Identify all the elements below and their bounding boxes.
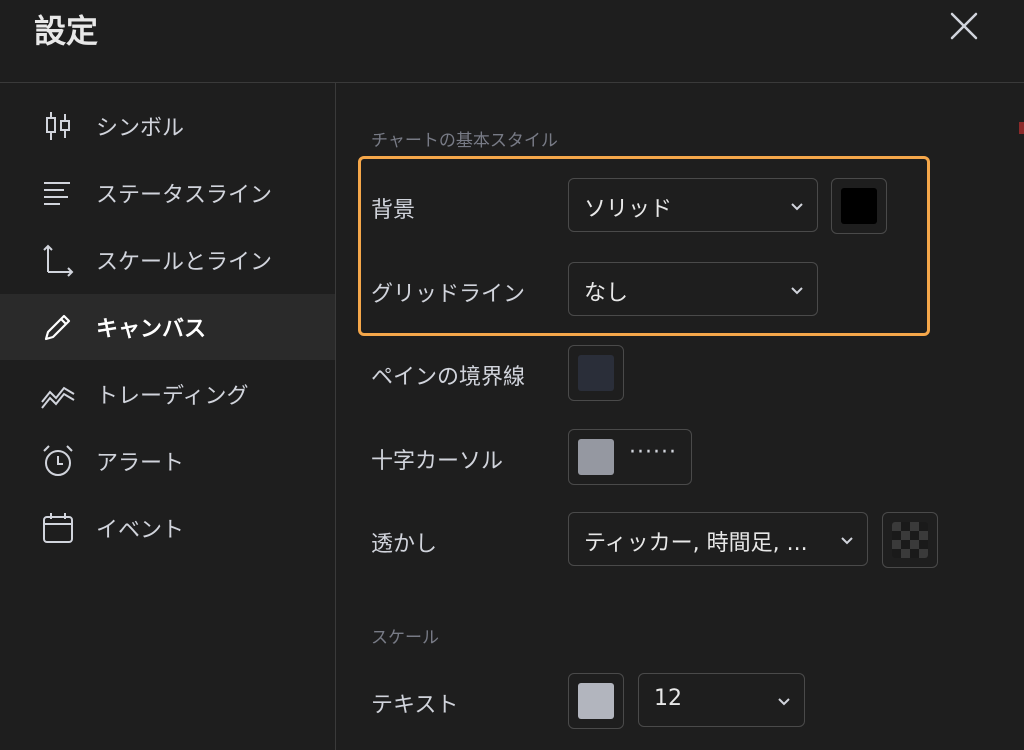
sidebar-item-label: キャンバス bbox=[96, 317, 207, 342]
watermark-value: ティッカー, 時間足, ... bbox=[584, 531, 808, 556]
sidebar-item-symbol[interactable]: シンボル bbox=[0, 93, 335, 159]
grid-lines-select[interactable]: なし bbox=[568, 262, 818, 316]
alarm-clock-icon bbox=[43, 445, 73, 476]
sidebar-item-canvas[interactable]: キャンバス bbox=[0, 294, 335, 360]
sidebar-item-alerts[interactable]: アラート bbox=[0, 428, 335, 494]
sidebar-item-label: イベント bbox=[96, 518, 185, 543]
sidebar-item-trading[interactable]: トレーディング bbox=[0, 361, 335, 427]
sidebar-item-label: シンボル bbox=[96, 116, 185, 141]
sidebar-item-label: アラート bbox=[96, 451, 185, 476]
text-color-button[interactable] bbox=[568, 673, 624, 729]
pencil-icon bbox=[44, 314, 71, 341]
sidebar-item-status-line[interactable]: ステータスライン bbox=[0, 160, 335, 226]
pane-border-color-button[interactable] bbox=[568, 345, 624, 401]
scales-icon bbox=[43, 244, 74, 277]
chevron-down-icon bbox=[791, 203, 803, 211]
edge-marker bbox=[1019, 122, 1024, 134]
background-type-select[interactable]: ソリッド bbox=[568, 178, 818, 232]
dialog-title: 設定 bbox=[34, 12, 99, 50]
background-label: 背景 bbox=[371, 198, 416, 223]
sidebar-item-label: トレーディング bbox=[96, 384, 249, 409]
status-line-icon bbox=[44, 182, 70, 205]
crosshair-line-style: ······ bbox=[629, 440, 677, 465]
canvas-settings-panel: チャートの基本スタイル 背景 ソリッド グリッドライン なし ペインの境界線 十… bbox=[336, 83, 1024, 750]
chevron-down-icon bbox=[791, 287, 803, 295]
watermark-label: 透かし bbox=[371, 532, 438, 557]
chevron-down-icon bbox=[841, 537, 853, 545]
grid-lines-value: なし bbox=[584, 281, 629, 306]
section-title-scale: スケール bbox=[371, 628, 439, 648]
text-color-swatch bbox=[578, 683, 614, 719]
dialog-header: 設定 bbox=[0, 0, 1024, 83]
sidebar: シンボル ステータスライン スケールとライン キャンバス トレーディング アラー… bbox=[0, 83, 336, 750]
pane-border-label: ペインの境界線 bbox=[371, 365, 526, 390]
watermark-color-button[interactable] bbox=[882, 512, 938, 568]
watermark-select[interactable]: ティッカー, 時間足, ... bbox=[568, 512, 868, 566]
sidebar-item-label: ステータスライン bbox=[96, 183, 273, 208]
close-icon[interactable] bbox=[944, 6, 984, 46]
grid-lines-label: グリッドライン bbox=[371, 282, 526, 307]
pane-border-color-swatch bbox=[578, 355, 614, 391]
crosshair-color-swatch bbox=[578, 439, 614, 475]
sidebar-item-label: スケールとライン bbox=[96, 250, 273, 275]
text-size-select[interactable]: 12 bbox=[638, 673, 805, 727]
sidebar-item-scales[interactable]: スケールとライン bbox=[0, 227, 335, 293]
background-color-swatch bbox=[841, 188, 877, 224]
calendar-icon bbox=[43, 513, 73, 543]
section-title-basic-style: チャートの基本スタイル bbox=[371, 131, 558, 151]
background-color-button[interactable] bbox=[831, 178, 887, 234]
crosshair-style-button[interactable]: ······ bbox=[568, 429, 692, 485]
transparent-checker-swatch bbox=[892, 522, 928, 558]
text-label: テキスト bbox=[371, 693, 459, 718]
text-size-value: 12 bbox=[654, 686, 682, 711]
chevron-down-icon bbox=[778, 698, 790, 706]
trading-icon bbox=[41, 386, 75, 409]
sidebar-item-events[interactable]: イベント bbox=[0, 495, 335, 561]
crosshair-label: 十字カーソル bbox=[371, 449, 504, 474]
background-type-value: ソリッド bbox=[584, 197, 673, 222]
candlestick-icon bbox=[46, 112, 70, 140]
